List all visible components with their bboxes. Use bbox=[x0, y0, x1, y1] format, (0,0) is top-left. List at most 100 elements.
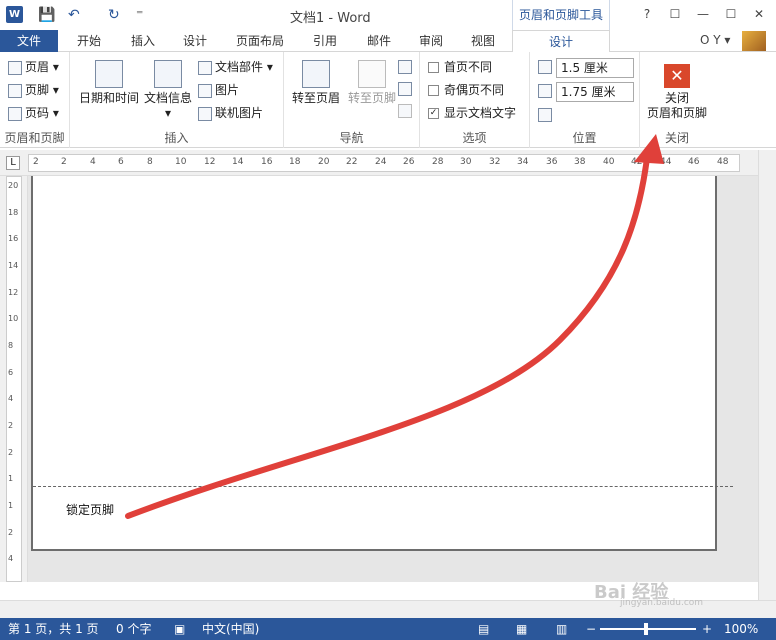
datetime-button[interactable]: 日期和时间 bbox=[76, 60, 142, 106]
close-header-footer-button[interactable]: ✕ 关闭 页眉和页脚 bbox=[642, 64, 712, 121]
quick-parts-icon bbox=[198, 60, 212, 75]
footer-boundary-line bbox=[33, 486, 733, 487]
maximize-button[interactable]: ☐ bbox=[720, 4, 742, 24]
goto-header-icon bbox=[302, 60, 330, 88]
footer-button[interactable]: 页脚 ▾ bbox=[8, 81, 59, 99]
redo-icon[interactable]: ↻ bbox=[108, 6, 120, 24]
close-label-line2: 页眉和页脚 bbox=[646, 106, 707, 120]
footer-position-input[interactable]: 1.75 厘米 bbox=[556, 82, 634, 102]
undo-icon[interactable]: ↶ bbox=[68, 6, 80, 24]
diff-first-page-checkbox[interactable]: 首页不同 bbox=[428, 58, 492, 76]
header-label: 页眉 ▾ bbox=[25, 60, 59, 74]
page-number-button[interactable]: 页码 ▾ bbox=[8, 104, 59, 122]
tab-review[interactable]: 审阅 bbox=[408, 30, 454, 52]
group-options: 首页不同 奇偶页不同 ✓ 显示文档文字 选项 bbox=[420, 52, 530, 148]
vertical-scrollbar[interactable] bbox=[758, 150, 776, 600]
ruler-tick-label: 18 bbox=[289, 157, 301, 167]
pictures-button[interactable]: 图片 bbox=[198, 81, 239, 99]
vruler-tick-label: 6 bbox=[8, 368, 14, 377]
vruler-tick-label: 18 bbox=[8, 208, 19, 217]
tab-selector[interactable]: L bbox=[6, 156, 20, 170]
header-position-input[interactable]: 1.5 厘米 bbox=[556, 58, 634, 78]
ruler-tick-label: 6 bbox=[118, 157, 124, 167]
zoom-slider-thumb[interactable] bbox=[644, 623, 648, 635]
diff-odd-even-checkbox[interactable]: 奇偶页不同 bbox=[428, 81, 504, 99]
tab-hf-design[interactable]: 设计 bbox=[512, 30, 610, 53]
document-info-icon bbox=[154, 60, 182, 88]
goto-footer-icon bbox=[358, 60, 386, 88]
web-layout-icon[interactable]: ▥ bbox=[556, 618, 567, 640]
ruler-tick-label: 10 bbox=[175, 157, 187, 167]
zoom-slider-track[interactable] bbox=[600, 628, 696, 630]
online-pictures-button[interactable]: 联机图片 bbox=[198, 104, 263, 122]
ruler-tick-label: 8 bbox=[147, 157, 153, 167]
header-button[interactable]: 页眉 ▾ bbox=[8, 58, 59, 76]
ruler-strip: 2 2 4 6 8 10 12 14 16 18 20 22 24 26 28 30 32 34 36 38 40 42 4… bbox=[28, 154, 740, 172]
header-position-icon bbox=[538, 60, 552, 74]
horizontal-ruler[interactable]: L 2 2 4 6 8 10 12 14 16 18 20 22 24 26 28 30 32 34 36 38 40 4… bbox=[0, 150, 776, 176]
help-button[interactable]: ? bbox=[636, 4, 658, 24]
tab-references[interactable]: 引用 bbox=[302, 30, 348, 52]
ruler-tick-label: 12 bbox=[204, 157, 216, 167]
ribbon-display-button[interactable]: ☐ bbox=[664, 4, 686, 24]
footer-label: 页脚 ▾ bbox=[25, 83, 59, 97]
ruler-tick-label: 40 bbox=[603, 157, 615, 167]
link-previous-icon[interactable] bbox=[398, 104, 412, 118]
zoom-out-button[interactable]: − bbox=[586, 618, 596, 640]
chevron-down-icon: ▾ bbox=[164, 106, 172, 120]
vruler-tick-label: 8 bbox=[8, 341, 14, 350]
tab-home[interactable]: 开始 bbox=[66, 30, 112, 52]
vruler-tick-label: 16 bbox=[8, 234, 19, 243]
read-mode-icon[interactable]: ▤ bbox=[478, 618, 489, 640]
ruler-tick-label: 20 bbox=[318, 157, 330, 167]
insert-alignment-tab-icon[interactable] bbox=[538, 108, 552, 122]
group-label-insert: 插入 bbox=[164, 131, 189, 145]
tab-design[interactable]: 设计 bbox=[172, 30, 218, 52]
tab-view[interactable]: 视图 bbox=[460, 30, 506, 52]
previous-section-icon[interactable] bbox=[398, 60, 412, 74]
page-number-label: 页码 ▾ bbox=[25, 106, 59, 120]
page-count[interactable]: 第 1 页，共 1 页 bbox=[8, 618, 99, 640]
checkbox-icon bbox=[428, 62, 439, 73]
proofing-icon[interactable]: ▣ bbox=[174, 618, 185, 640]
next-section-icon[interactable] bbox=[398, 82, 412, 96]
group-header-footer: 页眉 ▾ 页脚 ▾ 页码 ▾ 页眉和页脚 bbox=[0, 52, 70, 148]
zoom-level[interactable]: 100% bbox=[724, 618, 758, 640]
zoom-in-button[interactable]: + bbox=[702, 618, 712, 640]
ruler-tick-label: 24 bbox=[375, 157, 387, 167]
close-button[interactable]: ✕ bbox=[748, 4, 770, 24]
ruler-tick-label: 38 bbox=[574, 157, 586, 167]
goto-header-button[interactable]: 转至页眉 bbox=[288, 60, 344, 106]
vertical-ruler[interactable]: 20 18 16 14 12 10 8 6 4 2 2 1 1 2 4 bbox=[0, 176, 28, 582]
ruler-tick-label: 28 bbox=[432, 157, 444, 167]
document-canvas[interactable]: 锁定页脚 bbox=[28, 176, 758, 582]
title-bar: W 💾 ↶ ↻ ⁼ 文档1 - Word 页眉和页脚工具 ? ☐ — ☐ ✕ bbox=[0, 0, 776, 30]
save-icon[interactable]: 💾 bbox=[38, 6, 55, 24]
quick-parts-label: 文档部件 ▾ bbox=[215, 60, 273, 74]
qat-customize-icon[interactable]: ⁼ bbox=[136, 6, 143, 24]
language-indicator[interactable]: 中文(中国) bbox=[202, 618, 259, 640]
account-menu[interactable]: O Y ▾ bbox=[700, 33, 730, 47]
group-label-options: 选项 bbox=[462, 131, 487, 145]
ruler-tick-label: 2 bbox=[61, 157, 67, 167]
document-page[interactable]: 锁定页脚 bbox=[31, 176, 733, 551]
tab-insert[interactable]: 插入 bbox=[120, 30, 166, 52]
tab-file[interactable]: 文件 bbox=[0, 30, 58, 52]
close-icon: ✕ bbox=[664, 64, 690, 88]
show-doc-text-checkbox[interactable]: ✓ 显示文档文字 bbox=[428, 104, 516, 122]
ruler-tick-label: 26 bbox=[403, 157, 415, 167]
minimize-button[interactable]: — bbox=[692, 4, 714, 24]
calendar-clock-icon bbox=[95, 60, 123, 88]
footer-text[interactable]: 锁定页脚 bbox=[66, 501, 114, 518]
tab-mailings[interactable]: 邮件 bbox=[356, 30, 402, 52]
word-logo-icon[interactable]: W bbox=[6, 6, 23, 23]
word-count[interactable]: 0 个字 bbox=[116, 618, 151, 640]
print-layout-icon[interactable]: ▦ bbox=[516, 618, 527, 640]
status-bar: 第 1 页，共 1 页 0 个字 ▣ 中文(中国) ▤ ▦ ▥ − + 100% bbox=[0, 618, 776, 640]
avatar[interactable] bbox=[742, 31, 766, 51]
docinfo-button[interactable]: 文档信息 ▾ bbox=[142, 60, 194, 121]
document-title: 文档1 - Word bbox=[290, 11, 371, 26]
goto-footer-button[interactable]: 转至页脚 bbox=[344, 60, 400, 106]
tab-layout[interactable]: 页面布局 bbox=[228, 30, 292, 52]
quick-parts-button[interactable]: 文档部件 ▾ bbox=[198, 58, 273, 76]
